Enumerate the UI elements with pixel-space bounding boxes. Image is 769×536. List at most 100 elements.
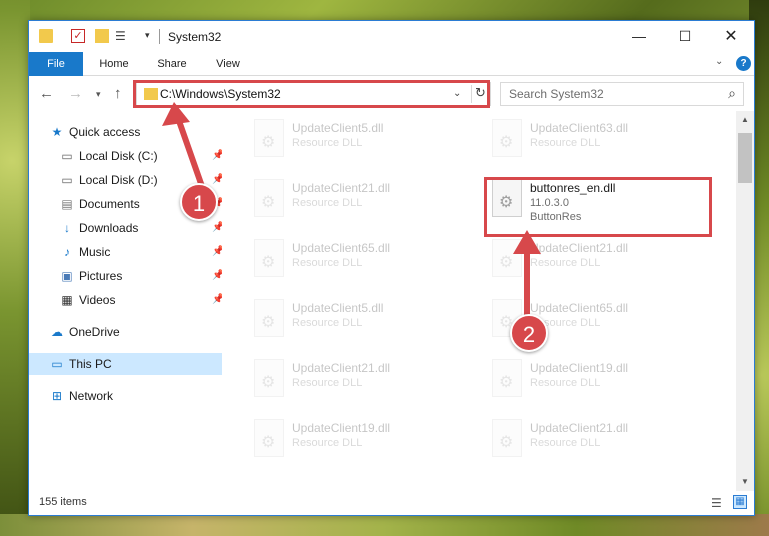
tab-file[interactable]: File <box>29 52 83 76</box>
file-list: UpdateClient5.dll Resource DLL UpdateCli… <box>222 111 736 491</box>
music-icon: ♪ <box>64 245 70 259</box>
dll-file-icon <box>254 299 284 337</box>
chevron-down-icon[interactable]: ⌄ <box>715 56 723 67</box>
file-description: Resource DLL <box>530 137 601 149</box>
cloud-icon: ☁ <box>51 325 63 339</box>
file-description: Resource DLL <box>530 437 601 449</box>
customize-icon[interactable]: ☰ <box>115 29 129 43</box>
file-name: UpdateClient21.dll <box>530 421 629 435</box>
network-icon: ⊞ <box>51 389 63 403</box>
drive-icon: ▭ <box>61 149 73 163</box>
sidebar-item-label: Local Disk (D:) <box>79 173 158 187</box>
list-item[interactable]: UpdateClient21.dll Resource DLL <box>242 171 462 225</box>
quick-access-dropdown-icon[interactable]: ▾ <box>145 30 150 41</box>
sidebar-item-label: OneDrive <box>69 325 120 339</box>
forward-arrow-icon[interactable]: → <box>68 85 83 102</box>
dll-file-icon <box>254 359 284 397</box>
file-description: Resource DLL <box>292 317 363 329</box>
sidebar-item-network[interactable]: ⊞ Network <box>49 385 113 407</box>
back-arrow-icon[interactable]: ← <box>39 85 54 102</box>
step-2-callout: 2 <box>510 314 548 352</box>
list-item[interactable]: UpdateClient19.dll Resource DLL <box>242 411 462 465</box>
close-button[interactable]: ✕ <box>708 21 754 52</box>
file-description: Resource DLL <box>530 377 601 389</box>
vertical-scrollbar[interactable]: ▲ ▼ <box>736 111 754 491</box>
sidebar-item-videos[interactable]: ▦ Videos 📌 <box>59 289 224 311</box>
tab-home[interactable]: Home <box>89 52 139 76</box>
scroll-up-icon[interactable]: ▲ <box>741 115 749 124</box>
step-1-callout: 1 <box>180 183 218 221</box>
sidebar-item-label: This PC <box>69 357 112 371</box>
scroll-down-icon[interactable]: ▼ <box>741 477 749 486</box>
dll-file-icon <box>254 239 284 277</box>
videos-icon: ▦ <box>61 293 73 307</box>
file-description: Resource DLL <box>292 437 363 449</box>
file-name: UpdateClient21.dll <box>292 361 391 375</box>
dll-file-icon <box>254 179 284 217</box>
list-item[interactable]: UpdateClient63.dll Resource DLL <box>480 111 700 165</box>
search-icon[interactable]: ⌕ <box>728 85 736 102</box>
file-name: UpdateClient19.dll <box>292 421 391 435</box>
sidebar-item-label: Downloads <box>79 221 139 235</box>
dll-file-icon <box>254 419 284 457</box>
up-arrow-icon[interactable]: ↑ <box>114 85 122 102</box>
dll-file-icon <box>254 119 284 157</box>
pictures-icon: ▣ <box>61 269 73 283</box>
tab-view[interactable]: View <box>203 52 253 76</box>
file-name: UpdateClient21.dll <box>292 181 391 195</box>
sidebar-item-label: Quick access <box>69 125 141 139</box>
tiles-view-icon[interactable]: ▦ <box>733 495 747 509</box>
title-bar: ✓ ☰ ▾ System32 — ☐ ✕ <box>29 21 754 52</box>
minimize-button[interactable]: — <box>616 21 662 52</box>
list-item[interactable]: UpdateClient21.dll Resource DLL <box>480 411 700 465</box>
file-name: UpdateClient5.dll <box>292 301 384 315</box>
file-description: Resource DLL <box>292 377 363 389</box>
list-item[interactable]: UpdateClient21.dll Resource DLL <box>242 351 462 405</box>
annotation-arrow-2 <box>513 230 541 326</box>
tab-share[interactable]: Share <box>147 52 197 76</box>
sidebar-item-label: Music <box>79 245 111 259</box>
new-folder-icon[interactable] <box>95 29 109 43</box>
dll-file-icon <box>492 359 522 397</box>
details-view-icon[interactable]: ☰ <box>711 496 722 510</box>
sidebar-item-label: Pictures <box>79 269 123 283</box>
sidebar-item-onedrive[interactable]: ☁ OneDrive <box>49 321 120 343</box>
dll-file-icon <box>492 119 522 157</box>
documents-icon: ▤ <box>61 197 73 211</box>
drive-icon: ▭ <box>61 173 73 187</box>
divider <box>159 29 160 44</box>
help-icon[interactable]: ? <box>736 56 751 71</box>
list-item[interactable]: UpdateClient19.dll Resource DLL <box>480 351 700 405</box>
sidebar-item-label: Documents <box>79 197 140 211</box>
list-item[interactable]: UpdateClient5.dll Resource DLL <box>242 291 462 345</box>
list-item[interactable]: UpdateClient5.dll Resource DLL <box>242 111 462 165</box>
file-name: UpdateClient63.dll <box>530 121 629 135</box>
list-item[interactable]: UpdateClient65.dll Resource DLL <box>242 231 462 285</box>
search-placeholder: Search System32 <box>509 87 604 101</box>
ribbon: File Home Share View ⌄ ? <box>29 52 754 76</box>
sidebar-item-label: Local Disk (C:) <box>79 149 158 163</box>
star-icon: ★ <box>51 125 63 139</box>
sidebar-item-this-pc[interactable]: ▭ This PC <box>29 353 222 375</box>
file-name: UpdateClient19.dll <box>530 361 629 375</box>
file-description: Resource DLL <box>292 137 363 149</box>
scrollbar-thumb[interactable] <box>738 133 752 183</box>
folder-icon[interactable] <box>39 29 53 43</box>
status-bar: 155 items ☰ ▦ <box>29 491 754 515</box>
download-icon: ↓ <box>64 221 70 235</box>
item-count: 155 items <box>39 496 87 508</box>
wallpaper <box>0 0 30 536</box>
sidebar-item-label: Network <box>69 389 114 403</box>
maximize-button[interactable]: ☐ <box>662 21 708 52</box>
computer-icon: ▭ <box>51 357 63 371</box>
window-title: System32 <box>168 30 222 44</box>
file-name: UpdateClient65.dll <box>292 241 391 255</box>
sidebar-item-quick-access[interactable]: ★ Quick access <box>49 121 141 143</box>
search-input[interactable]: Search System32 ⌕ <box>500 82 744 106</box>
sidebar-item-label: Videos <box>79 293 116 307</box>
file-name: UpdateClient5.dll <box>292 121 384 135</box>
sidebar-item-pictures[interactable]: ▣ Pictures 📌 <box>59 265 224 287</box>
properties-check-icon[interactable]: ✓ <box>71 29 85 43</box>
recent-locations-icon[interactable]: ▾ <box>96 89 101 100</box>
sidebar-item-music[interactable]: ♪ Music 📌 <box>59 241 224 263</box>
